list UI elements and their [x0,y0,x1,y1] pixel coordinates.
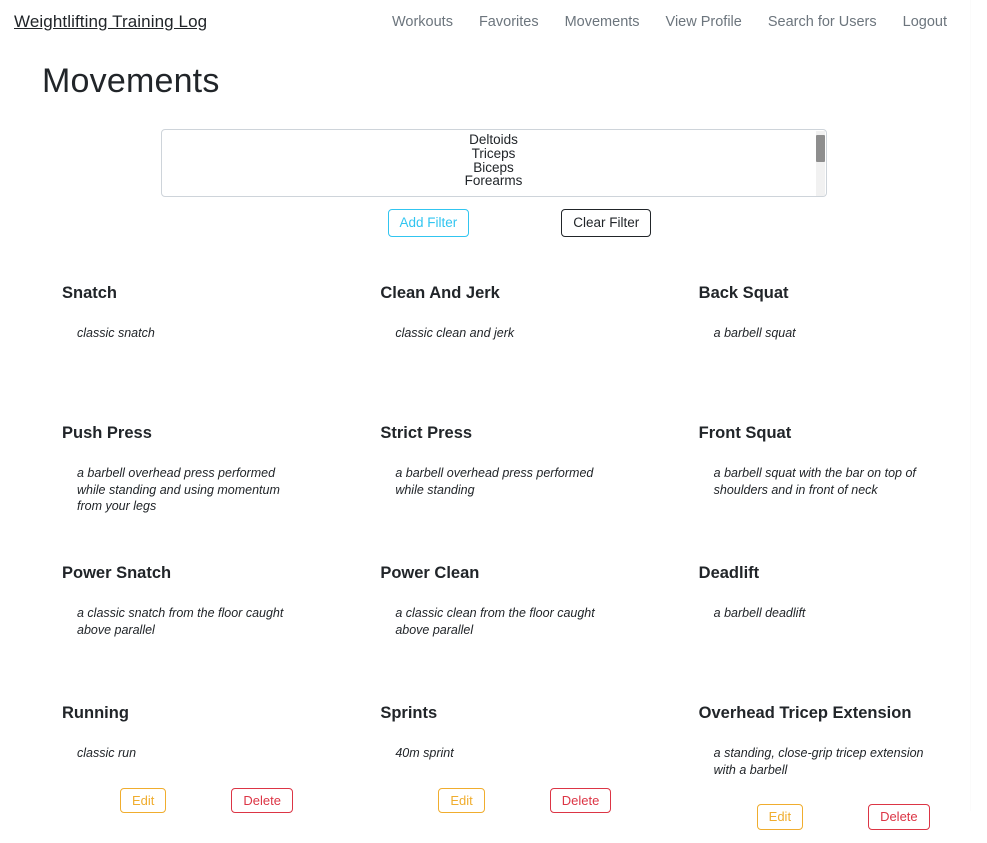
movement-card: Running classic run Edit Delete [16,703,334,843]
movement-card: Overhead Tricep Extension a standing, clo… [653,703,971,843]
movement-description: a standing, close-grip tricep extension … [713,745,924,777]
add-filter-button[interactable]: Add Filter [387,209,470,238]
movement-actions: Edit Delete [699,804,941,830]
movement-description: classic run [77,745,137,760]
movement-actions: Edit Delete [380,787,622,814]
movement-card: Power Snatch a classic snatch from the fl… [16,563,334,703]
filter-option[interactable]: Forearms [162,174,826,188]
page-title: Movements [42,62,220,100]
movement-card: Push Press a barbell overhead press perfo… [16,423,334,563]
nav-link-workouts[interactable]: Workouts [392,14,453,30]
filter-option[interactable]: Deltoids [162,133,826,147]
movement-description: a barbell overhead press performed while… [395,465,594,497]
filter-option[interactable]: Biceps [162,160,826,175]
movement-description: classic snatch [77,325,155,340]
movements-grid: Snatch classic snatch Clean And Jerk classi… [0,283,987,843]
nav-link-movements[interactable]: Movements [565,14,640,30]
filter-options-list: Deltoids Triceps Biceps Forearms [162,133,826,188]
movement-title: Strict Press [380,424,473,443]
select-scrollbar[interactable] [815,131,825,196]
muscle-group-filter-select[interactable]: Deltoids Triceps Biceps Forearms [160,129,827,197]
movement-title: Power Clean [380,564,480,583]
movement-title: Front Squat [698,424,792,443]
movement-title: Running [62,704,129,723]
movement-description: a barbell squat with the bar on top of s… [713,465,916,497]
movement-title: Push Press [62,424,152,443]
movement-description: a barbell squat [713,325,796,340]
movement-description: classic clean and jerk [395,325,515,340]
movement-title: Overhead Tricep Extension [698,704,912,723]
movement-card: Back Squat a barbell squat [653,283,971,423]
movement-card: Strict Press a barbell overhead press per… [334,423,652,563]
delete-movement-button[interactable]: Delete [231,787,293,814]
filter-section: Deltoids Triceps Biceps Forearms Add Filter… [0,129,987,238]
edit-movement-button[interactable]: Edit [756,804,804,830]
movement-description: a classic clean from the floor caught ab… [395,605,595,637]
nav-link-logout[interactable]: Logout [903,14,947,30]
nav-link-favorites[interactable]: Favorites [479,14,539,30]
movement-card: Deadlift a barbell deadlift [653,563,971,703]
filter-buttons: Add Filter Clear Filter [161,209,827,238]
nav-link-view-profile[interactable]: View Profile [666,14,742,30]
movement-actions: Edit Delete [62,787,304,814]
movement-description: 40m sprint [395,745,454,760]
movement-title: Deadlift [698,564,760,583]
movement-card: Front Squat a barbell squat with the bar … [653,423,971,563]
edit-movement-button[interactable]: Edit [438,787,485,814]
movement-card: Clean And Jerk classic clean and jerk [334,283,652,423]
movement-title: Snatch [62,284,118,303]
movement-title: Clean And Jerk [380,284,500,303]
nav-links: Workouts Favorites Movements View Profile Se… [392,14,971,30]
movement-description: a barbell deadlift [713,605,806,620]
movement-title: Sprints [380,704,438,723]
movement-card: Power Clean a classic clean from the floo… [334,563,652,703]
edit-movement-button[interactable]: Edit [120,787,167,814]
movement-card: Sprints 40m sprint Edit Delete [334,703,652,843]
movement-card: Snatch classic snatch [16,283,334,423]
delete-movement-button[interactable]: Delete [868,804,930,830]
brand-logo[interactable]: Weightlifting Training Log [14,12,207,32]
movement-title: Back Squat [698,284,789,303]
page-right-edge [970,0,971,811]
select-scrollbar-thumb[interactable] [815,135,825,162]
filter-option[interactable]: Triceps [162,147,826,161]
movement-description: a barbell overhead press performed while… [77,465,280,514]
clear-filter-button[interactable]: Clear Filter [561,209,652,238]
top-navbar: Weightlifting Training Log Workouts Favor… [0,0,987,44]
movement-title: Power Snatch [62,564,172,583]
movement-description: a classic snatch from the floor caught a… [77,605,284,637]
delete-movement-button[interactable]: Delete [549,787,612,814]
nav-link-search-for-users[interactable]: Search for Users [768,14,877,30]
